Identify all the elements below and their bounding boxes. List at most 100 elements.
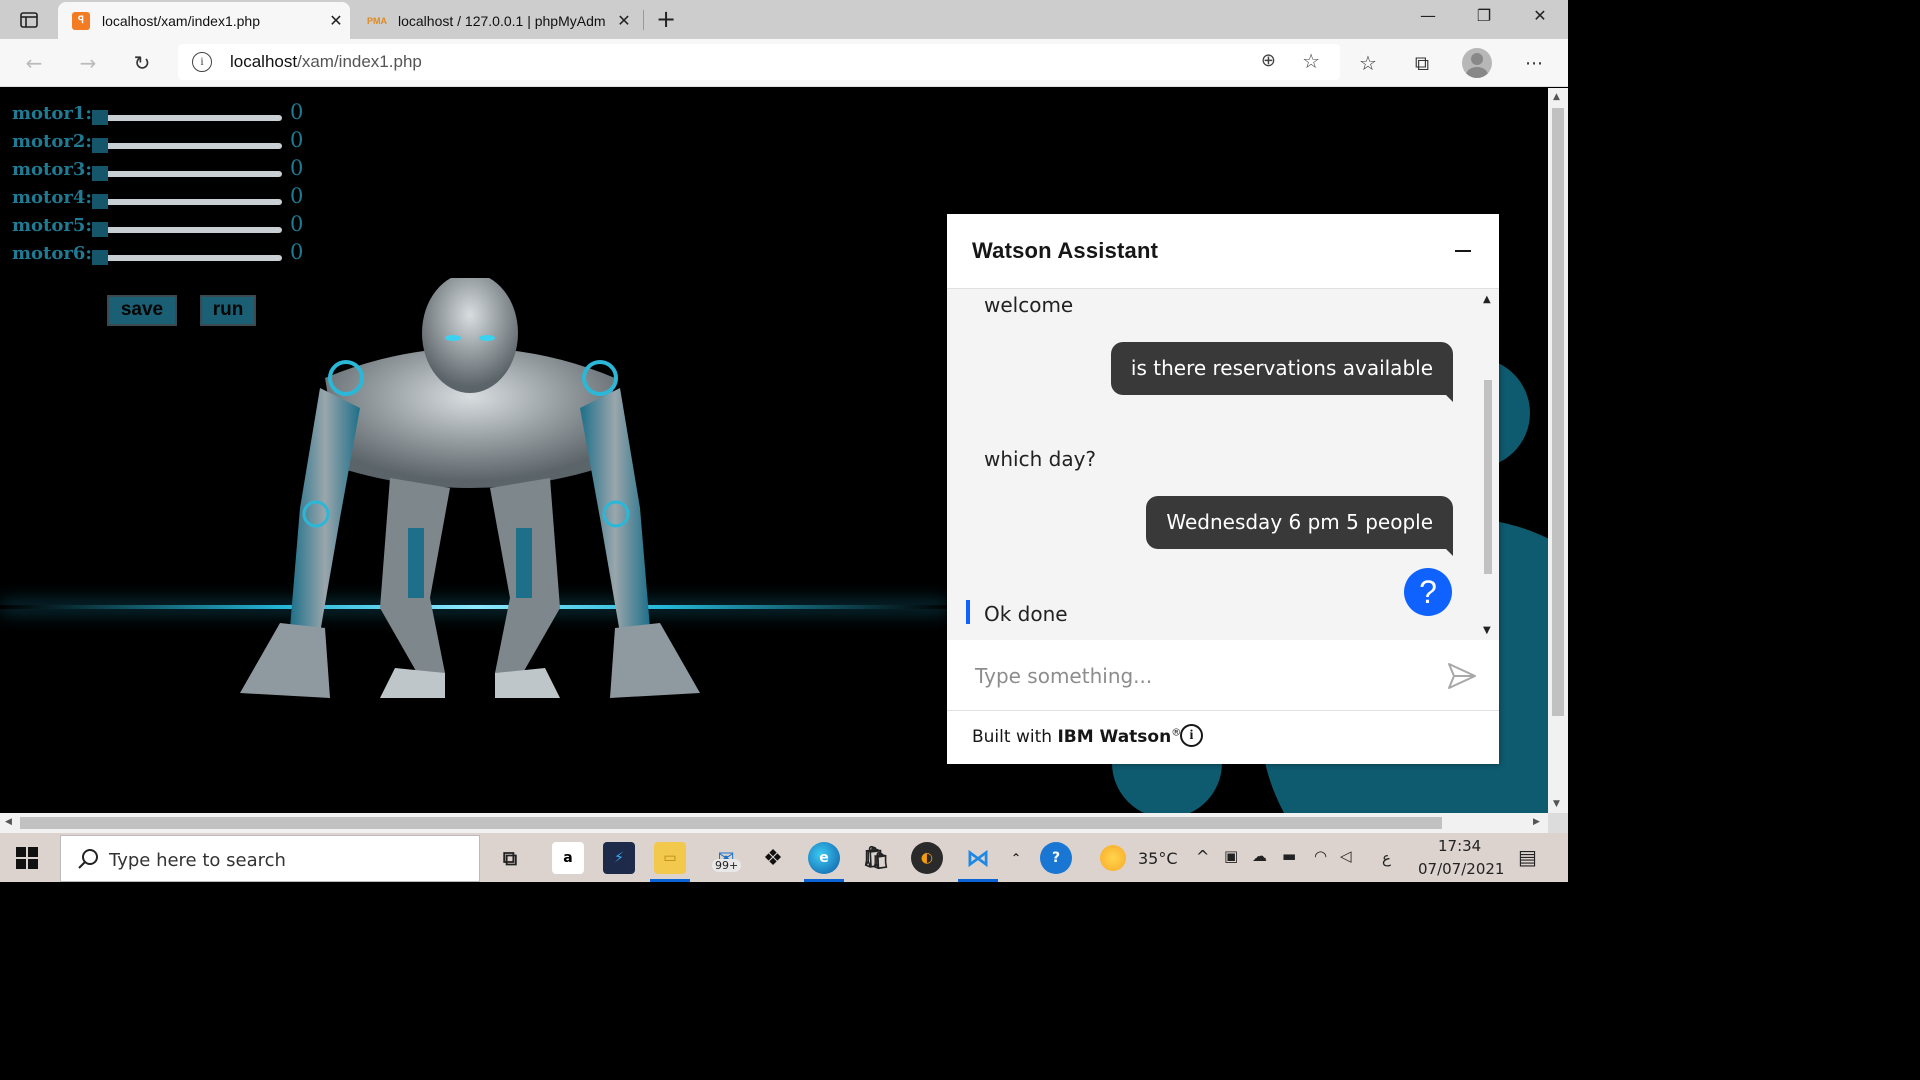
chat-input[interactable]: Type something... <box>947 640 1499 711</box>
more-menu-icon[interactable]: ⋯ <box>1520 49 1548 77</box>
motor-slider-track[interactable] <box>92 199 282 205</box>
scroll-thumb[interactable] <box>1552 108 1564 716</box>
send-icon[interactable] <box>1447 662 1477 690</box>
clock-date[interactable]: 07/07/2021 <box>1418 860 1504 878</box>
chat-scrollbar[interactable]: ▲ ▼ <box>1479 290 1499 640</box>
zoom-icon[interactable]: ⊕ <box>1261 50 1276 71</box>
address-bar[interactable]: i localhost/xam/index1.php ⊕ ☆ <box>178 44 1340 80</box>
close-tab-icon[interactable]: ✕ <box>610 11 638 31</box>
clock-time[interactable]: 17:34 <box>1438 837 1481 855</box>
page-horizontal-scrollbar[interactable]: ◀ ▶ <box>0 813 1548 833</box>
vscode-icon[interactable]: ⋈ <box>962 842 994 874</box>
active-app-indicator <box>650 879 690 882</box>
windows-start-icon[interactable] <box>16 847 38 869</box>
scroll-up-icon[interactable]: ▲ <box>1483 294 1491 305</box>
tab-phpmyadmin[interactable]: PMA localhost / 127.0.0.1 | phpMyAdm ✕ <box>354 2 638 39</box>
site-info-icon[interactable]: i <box>192 52 212 72</box>
page-vertical-scrollbar[interactable]: ▲ ▼ <box>1548 88 1568 813</box>
motor-slider-track[interactable] <box>92 143 282 149</box>
collections-icon[interactable]: ⧉ <box>1408 49 1436 77</box>
weather-temp[interactable]: 35°C <box>1138 849 1178 868</box>
notifications-icon[interactable]: ▤ <box>1518 845 1537 869</box>
user-message: Wednesday 6 pm 5 people <box>1146 496 1453 556</box>
watson-footer: Built with IBM Watson® i <box>947 711 1499 764</box>
motor-label: motor4: <box>12 187 93 208</box>
amazon-icon[interactable]: a <box>552 842 584 874</box>
motor-row-3: motor3: 0 <box>12 156 312 184</box>
motor-slider-track[interactable] <box>92 255 282 261</box>
info-icon[interactable]: i <box>1180 724 1203 747</box>
motor-value: 0 <box>290 128 304 152</box>
help-icon[interactable]: ? <box>1040 842 1072 874</box>
chat-input-placeholder: Type something... <box>975 664 1153 688</box>
volume-icon[interactable]: ◁ <box>1340 847 1352 865</box>
tab-actions-icon[interactable] <box>14 8 44 32</box>
taskbar-search-box[interactable]: Type here to search <box>60 835 480 882</box>
input-language[interactable]: ع <box>1382 849 1391 867</box>
store-icon[interactable]: 🛍 <box>860 842 892 874</box>
motor-slider-thumb[interactable] <box>92 110 108 125</box>
blender-icon[interactable]: ◐ <box>911 842 943 874</box>
phpmyadmin-icon: PMA <box>367 15 387 26</box>
browser-tab-strip: ꟼ localhost/xam/index1.php ✕ PMA localho… <box>0 0 1568 39</box>
battery-icon[interactable]: ▬ <box>1282 847 1296 865</box>
active-app-indicator <box>804 879 844 882</box>
tab-separator <box>643 10 644 30</box>
minimize-chat-icon[interactable] <box>1455 250 1471 252</box>
wifi-icon[interactable]: ◠ <box>1314 847 1327 865</box>
motor-value: 0 <box>290 212 304 236</box>
watson-assistant-panel: Watson Assistant welcome is there reserv… <box>947 214 1499 764</box>
minimize-window-icon[interactable]: — <box>1414 6 1442 30</box>
close-tab-icon[interactable]: ✕ <box>322 11 350 31</box>
url-text[interactable]: localhost/xam/index1.php <box>230 52 422 72</box>
favorites-icon[interactable]: ☆ <box>1354 49 1382 77</box>
onedrive-icon[interactable]: ☁ <box>1252 847 1267 865</box>
scroll-down-icon[interactable]: ▼ <box>1483 625 1491 636</box>
scroll-down-icon[interactable]: ▼ <box>1553 799 1560 809</box>
add-favorite-icon[interactable]: ☆ <box>1302 49 1320 73</box>
scroll-left-icon[interactable]: ◀ <box>5 817 12 827</box>
motor-label: motor5: <box>12 215 93 236</box>
profile-avatar[interactable] <box>1462 48 1492 78</box>
bot-message: Ok done <box>984 602 1068 626</box>
file-explorer-icon[interactable]: ▭ <box>654 842 686 874</box>
motor-slider-thumb[interactable] <box>92 222 108 237</box>
tab-label: localhost/xam/index1.php <box>102 12 260 29</box>
tab-index1[interactable]: ꟼ localhost/xam/index1.php ✕ <box>58 2 350 39</box>
motor-value: 0 <box>290 184 304 208</box>
motor-row-4: motor4: 0 <box>12 184 312 212</box>
hidden-icons-chevron-icon[interactable]: ^ <box>1196 847 1209 866</box>
motor-slider-thumb[interactable] <box>92 250 108 265</box>
new-tab-button[interactable]: + <box>652 6 680 34</box>
scroll-thumb[interactable] <box>1484 380 1492 574</box>
visual-studio-icon[interactable]: ⚡ <box>603 842 635 874</box>
browser-toolbar: ← → ↻ i localhost/xam/index1.php ⊕ ☆ ☆ ⧉… <box>0 39 1568 87</box>
motor-value: 0 <box>290 240 304 264</box>
back-icon[interactable]: ← <box>20 49 48 77</box>
motor-slider-track[interactable] <box>92 227 282 233</box>
motor-slider-thumb[interactable] <box>92 166 108 181</box>
scroll-up-icon[interactable]: ▲ <box>1553 92 1560 102</box>
overflow-chevron-icon[interactable]: ⌃ <box>1004 842 1028 874</box>
edge-icon[interactable]: e <box>808 842 840 874</box>
scroll-thumb[interactable] <box>20 817 1442 829</box>
motor-slider-thumb[interactable] <box>92 138 108 153</box>
forward-icon[interactable]: → <box>74 49 102 77</box>
dropbox-icon[interactable]: ❖ <box>757 842 789 874</box>
task-view-icon[interactable]: ⧉ <box>494 842 526 874</box>
scroll-right-icon[interactable]: ▶ <box>1533 817 1540 827</box>
help-button[interactable]: ? <box>1404 568 1452 616</box>
close-window-icon[interactable]: ✕ <box>1526 6 1554 30</box>
motor-row-6: motor6: 0 <box>12 240 312 268</box>
refresh-icon[interactable]: ↻ <box>128 49 156 77</box>
motor-slider-track[interactable] <box>92 171 282 177</box>
motor-slider-thumb[interactable] <box>92 194 108 209</box>
save-button[interactable]: save <box>107 295 177 326</box>
meet-now-icon[interactable]: ▣ <box>1224 847 1238 865</box>
footer-brand: IBM Watson <box>1057 727 1172 747</box>
motor-slider-track[interactable] <box>92 115 282 121</box>
restore-window-icon[interactable]: ❐ <box>1470 6 1498 30</box>
footer-prefix: Built with <box>972 727 1058 747</box>
weather-sun-icon[interactable] <box>1100 845 1126 871</box>
search-placeholder: Type here to search <box>109 850 286 871</box>
